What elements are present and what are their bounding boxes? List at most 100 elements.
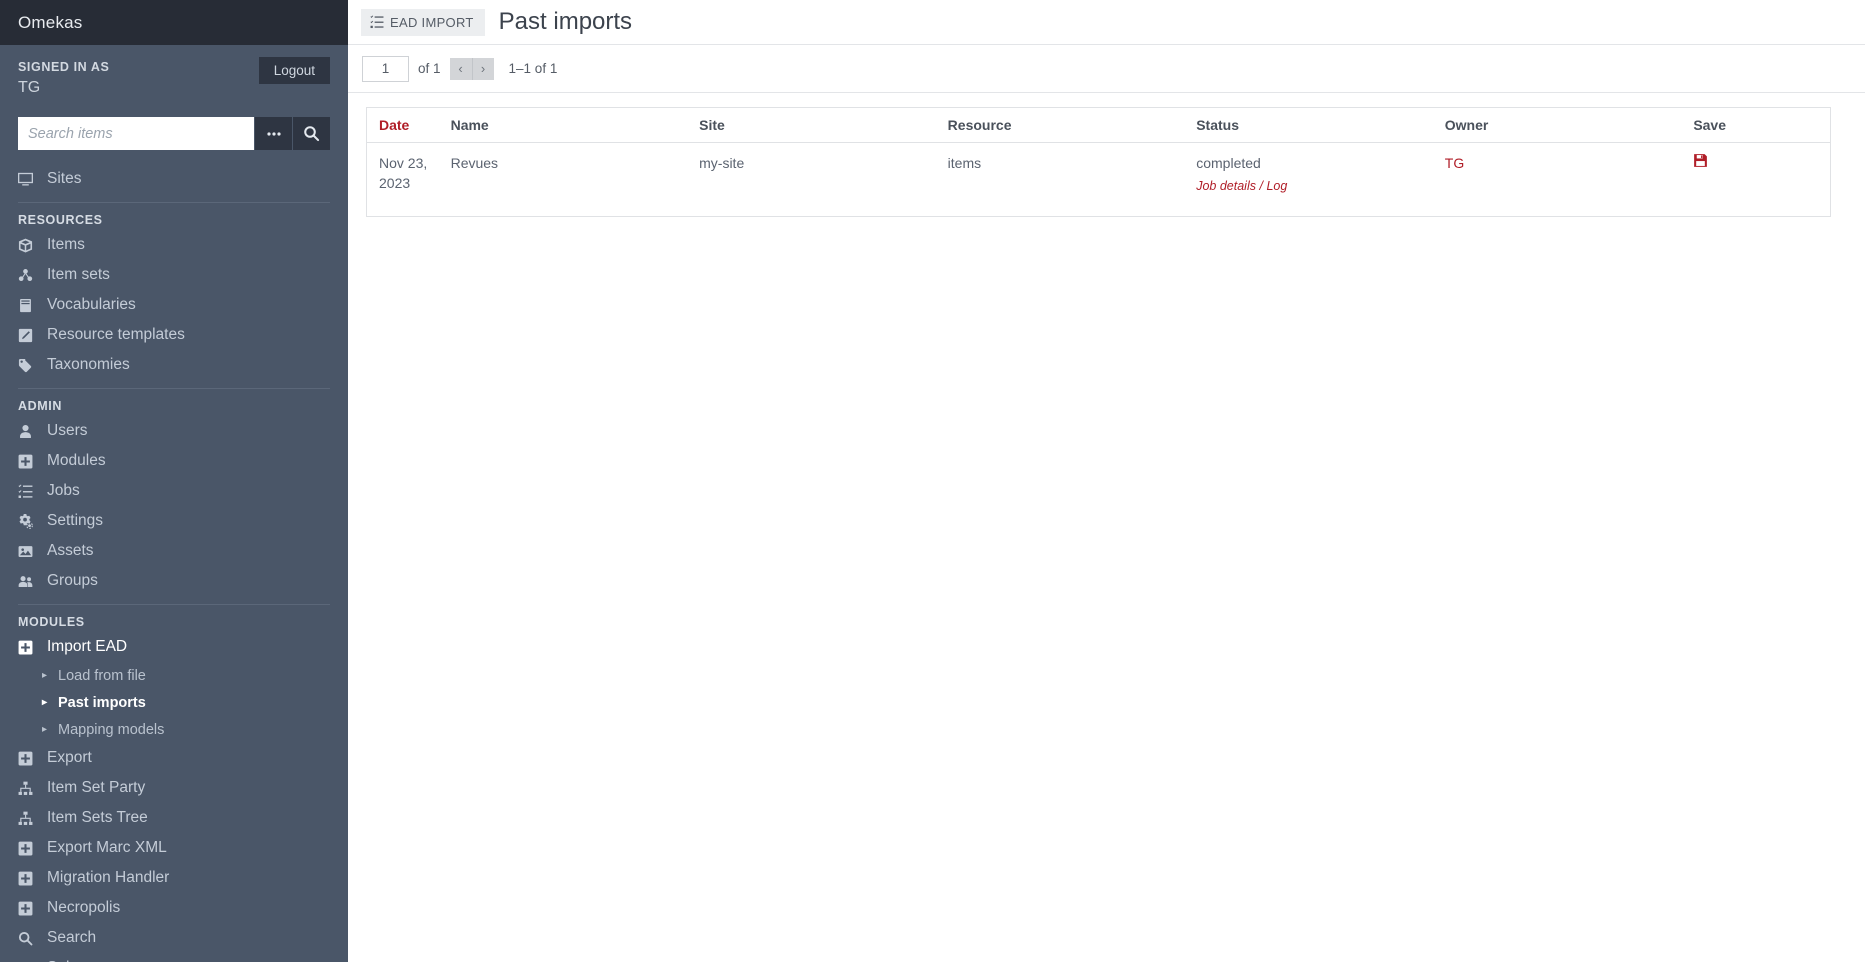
cube-icon bbox=[18, 238, 42, 253]
sidebar-item-items[interactable]: Items bbox=[0, 230, 348, 260]
next-page-button[interactable]: › bbox=[471, 57, 494, 80]
sidebar-item-necropolis[interactable]: Necropolis bbox=[0, 893, 348, 923]
column-header-resource[interactable]: Resource bbox=[935, 107, 1185, 143]
link-separator: / bbox=[1259, 179, 1263, 193]
past-imports-table: Date Name Site Resource Status Owner Save Nov … bbox=[366, 107, 1831, 217]
column-header-owner[interactable]: Owner bbox=[1432, 107, 1682, 143]
logout-button[interactable]: Logout bbox=[258, 57, 330, 84]
book-icon bbox=[18, 298, 42, 313]
sidebar-item-assets[interactable]: Assets bbox=[0, 536, 348, 566]
sidebar: Omekas SIGNED IN AS TG Logout Sites RESOU… bbox=[0, 0, 348, 962]
sidebar-item-label: Import EAD bbox=[47, 638, 128, 655]
tasks-icon bbox=[18, 483, 42, 499]
nav-section-heading: MODULES bbox=[18, 615, 85, 629]
column-header-label: Save bbox=[1693, 117, 1727, 133]
caret-right-icon: ▸ bbox=[42, 696, 48, 708]
sidebar-item-jobs[interactable]: Jobs bbox=[0, 476, 348, 506]
result-range-label: 1–1 of 1 bbox=[508, 61, 558, 76]
column-header-date[interactable]: Date bbox=[366, 107, 439, 143]
column-header-save[interactable]: Save bbox=[1681, 107, 1831, 143]
sidebar-item-label: Sites bbox=[47, 170, 82, 187]
sidebar-item-label: Item sets bbox=[47, 266, 110, 283]
puzzle-plus-icon bbox=[18, 640, 42, 655]
sidebar-item-label: Item Sets Tree bbox=[47, 809, 148, 826]
search-submit-button[interactable] bbox=[292, 117, 330, 150]
advanced-search-button[interactable] bbox=[254, 117, 292, 150]
puzzle-plus-icon bbox=[18, 454, 42, 469]
sidebar-item-migration-handler[interactable]: Migration Handler bbox=[0, 863, 348, 893]
sidebar-item-item-set-party[interactable]: Item Set Party bbox=[0, 773, 348, 803]
sidebar-item-label: Export Marc XML bbox=[47, 839, 167, 856]
sidebar-item-export-marc-xml[interactable]: Export Marc XML bbox=[0, 833, 348, 863]
sidebar-item-label: Migration Handler bbox=[47, 869, 170, 886]
sidebar-item-label: Vocabularies bbox=[47, 296, 136, 313]
sidebar-item-vocabularies[interactable]: Vocabularies bbox=[0, 290, 348, 320]
sidebar-item-label: Item Set Party bbox=[47, 779, 146, 796]
sidebar-item-item-sets-tree[interactable]: Item Sets Tree bbox=[0, 803, 348, 833]
log-link[interactable]: Log bbox=[1266, 179, 1287, 193]
main-content: EAD IMPORT Past imports of 1 ‹ › 1–1 of … bbox=[348, 0, 1865, 962]
sidebar-item-label: Modules bbox=[47, 452, 106, 469]
sidebar-subitem-mapping-models[interactable]: ▸ Mapping models bbox=[0, 716, 348, 743]
sidebar-item-search[interactable]: Search bbox=[0, 923, 348, 953]
sidebar-item-modules[interactable]: Modules bbox=[0, 446, 348, 476]
sidebar-item-label: Search bbox=[47, 929, 97, 946]
user-icon bbox=[18, 424, 42, 439]
sidebar-subitem-label: Load from file bbox=[58, 667, 146, 684]
column-header-site[interactable]: Site bbox=[687, 107, 936, 143]
cell-resource: items bbox=[947, 155, 982, 171]
table-row: Nov 23, 2023 Revues my-site items completed J… bbox=[367, 143, 1831, 217]
column-header-name[interactable]: Name bbox=[438, 107, 688, 143]
search-input[interactable] bbox=[18, 117, 254, 150]
table-container: Date Name Site Resource Status Owner Save Nov … bbox=[348, 93, 1865, 217]
nav-divider bbox=[18, 604, 330, 605]
pencil-square-icon bbox=[18, 328, 42, 343]
sidebar-item-label: Groups bbox=[47, 572, 98, 589]
puzzle-plus-icon bbox=[18, 751, 42, 766]
page-title: Past imports bbox=[498, 8, 633, 35]
user-block: SIGNED IN AS TG Logout bbox=[0, 45, 348, 98]
users-icon bbox=[18, 574, 42, 589]
sidebar-subitem-label: Mapping models bbox=[58, 721, 165, 738]
sidebar-item-export[interactable]: Export bbox=[0, 743, 348, 773]
column-header-label: Date bbox=[379, 117, 410, 133]
sidebar-item-users[interactable]: Users bbox=[0, 416, 348, 446]
sidebar-subitem-load-from-file[interactable]: ▸ Load from file bbox=[0, 662, 348, 689]
owner-link[interactable]: TG bbox=[1445, 155, 1464, 171]
sidebar-item-import-ead[interactable]: Import EAD bbox=[0, 632, 348, 662]
sidebar-item-resource-templates[interactable]: Resource templates bbox=[0, 320, 348, 350]
ellipsis-icon bbox=[266, 131, 281, 136]
sidebar-item-sites[interactable]: Sites bbox=[0, 164, 348, 194]
sitemap-icon bbox=[18, 811, 42, 826]
table-body: Nov 23, 2023 Revues my-site items completed J… bbox=[367, 143, 1831, 217]
module-badge[interactable]: EAD IMPORT bbox=[361, 8, 485, 36]
sidebar-item-settings[interactable]: Settings bbox=[0, 506, 348, 536]
cell-name: Revues bbox=[450, 155, 499, 171]
sidebar-item-solr[interactable]: Solr bbox=[0, 953, 348, 962]
cell-site: my-site bbox=[699, 155, 745, 171]
module-badge-label: EAD IMPORT bbox=[390, 14, 474, 30]
brand-title: Omekas bbox=[18, 12, 83, 32]
column-header-label: Site bbox=[699, 117, 725, 133]
search-icon bbox=[304, 126, 320, 142]
nav-section-heading: ADMIN bbox=[18, 399, 62, 413]
previous-page-button[interactable]: ‹ bbox=[449, 57, 472, 80]
sitemap-icon bbox=[18, 781, 42, 796]
page-header: EAD IMPORT Past imports bbox=[348, 0, 1865, 45]
desktop-icon bbox=[18, 172, 42, 187]
nav-divider bbox=[18, 388, 330, 389]
sidebar-item-item-sets[interactable]: Item sets bbox=[0, 260, 348, 290]
sidebar-item-groups[interactable]: Groups bbox=[0, 566, 348, 596]
floppy-disk-icon[interactable] bbox=[1693, 153, 1708, 173]
sidebar-item-label: Assets bbox=[47, 542, 94, 559]
column-header-status[interactable]: Status bbox=[1184, 107, 1433, 143]
sidebar-item-taxonomies[interactable]: Taxonomies bbox=[0, 350, 348, 380]
pagination-bar: of 1 ‹ › 1–1 of 1 bbox=[348, 45, 1865, 93]
cell-save bbox=[1681, 143, 1830, 217]
status-links: Job details / Log bbox=[1196, 176, 1427, 196]
job-details-link[interactable]: Job details bbox=[1196, 179, 1256, 193]
sidebar-subitem-past-imports[interactable]: ▸ Past imports bbox=[0, 689, 348, 716]
pager-button-group: ‹ › bbox=[449, 57, 494, 80]
page-number-input[interactable] bbox=[362, 55, 409, 82]
cell-date: Nov 23, 2023 bbox=[379, 155, 428, 191]
